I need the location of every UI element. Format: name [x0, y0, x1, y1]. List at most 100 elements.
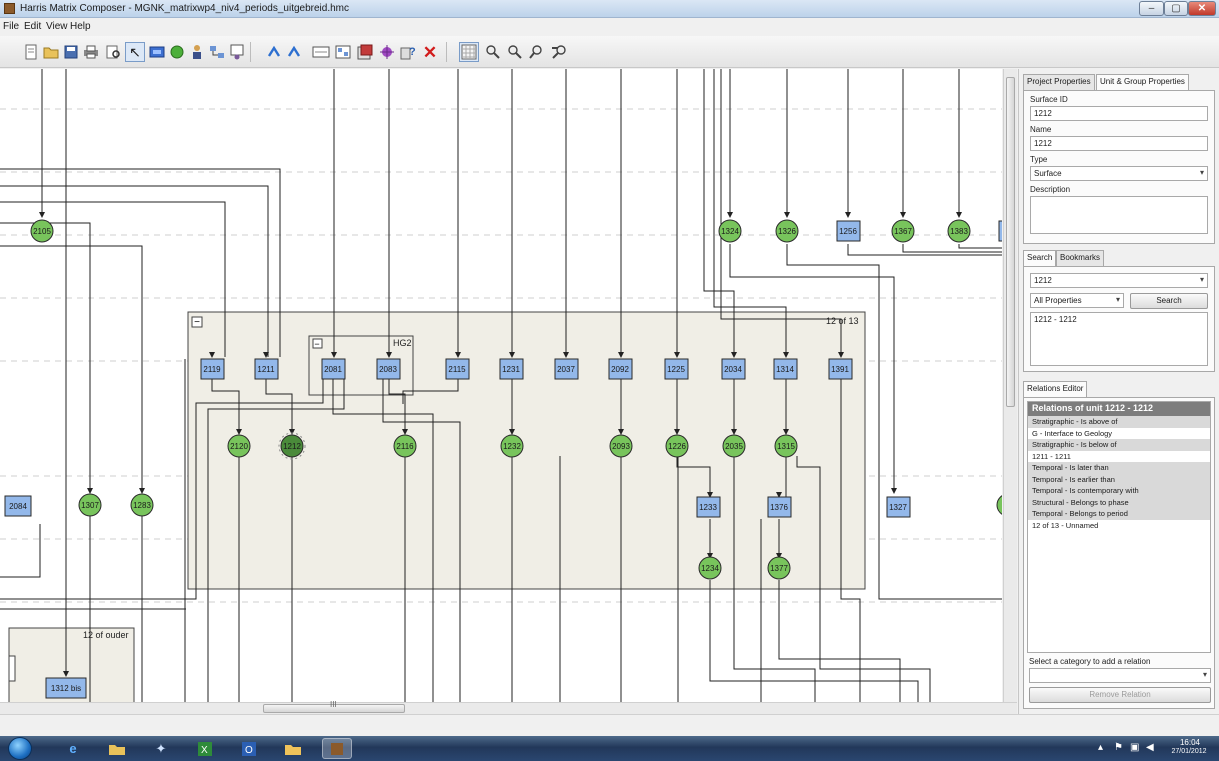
- zoom-fit-icon[interactable]: [527, 42, 547, 62]
- matrix-diagram[interactable]: − 12 of 13 − HG2 12 of ouder 2119 1211 2…: [0, 69, 1002, 702]
- search-query-input[interactable]: 1212: [1030, 273, 1208, 288]
- relation-item[interactable]: 1211 - 1211: [1028, 451, 1210, 463]
- relation-category[interactable]: Temporal - Is earlier than: [1028, 473, 1210, 485]
- menu-view[interactable]: View: [46, 21, 68, 32]
- name-field[interactable]: 1212: [1030, 136, 1208, 151]
- close-button[interactable]: ✕: [1188, 1, 1216, 16]
- save-icon[interactable]: [61, 42, 81, 62]
- help-icon[interactable]: ?: [398, 42, 418, 62]
- menu-help[interactable]: Help: [70, 21, 91, 32]
- unit-1314[interactable]: 1314: [773, 358, 798, 380]
- vertical-scrollbar-thumb[interactable]: [1006, 77, 1015, 407]
- surface-partial[interactable]: [996, 494, 1002, 516]
- tab-project-properties[interactable]: Project Properties: [1023, 74, 1095, 90]
- surface-1283[interactable]: 1283: [130, 493, 154, 517]
- unit-1256[interactable]: 1256: [836, 220, 861, 242]
- surface-1367[interactable]: 1367: [891, 219, 915, 243]
- file-explorer-icon[interactable]: [102, 738, 132, 759]
- relation-category[interactable]: Temporal - Is contemporary with: [1028, 485, 1210, 497]
- surface-1234[interactable]: 1234: [698, 556, 722, 580]
- unit-2034[interactable]: 2034: [721, 358, 746, 380]
- redo-icon[interactable]: [284, 42, 304, 62]
- relation-category[interactable]: Stratigraphic - Is below of: [1028, 439, 1210, 451]
- remove-relation-button[interactable]: Remove Relation: [1029, 687, 1211, 703]
- unit-partial[interactable]: [998, 220, 1002, 242]
- unit-2083[interactable]: 2083: [376, 358, 401, 380]
- unit-1225[interactable]: 1225: [664, 358, 689, 380]
- surface-1226[interactable]: 1226: [665, 434, 689, 458]
- unit-2115[interactable]: 2115: [445, 358, 470, 380]
- add-phase-icon[interactable]: [333, 42, 353, 62]
- export-icon[interactable]: [355, 42, 375, 62]
- network-icon[interactable]: ▣: [1130, 742, 1139, 753]
- unit-1231[interactable]: 1231: [499, 358, 524, 380]
- clock-date[interactable]: 27/01/2012: [1165, 748, 1213, 755]
- undo-icon[interactable]: [264, 42, 284, 62]
- relation-category[interactable]: Structural - Belongs to phase: [1028, 496, 1210, 508]
- vertical-scrollbar[interactable]: [1003, 69, 1017, 702]
- unit-1312-bis[interactable]: 1312 bis: [45, 677, 87, 699]
- volume-icon[interactable]: ◀: [1146, 742, 1154, 753]
- harris-matrix-task[interactable]: [322, 738, 352, 759]
- layout-icon[interactable]: [207, 42, 227, 62]
- unit-1391[interactable]: 1391: [828, 358, 853, 380]
- flag-icon[interactable]: ⚑: [1114, 742, 1123, 753]
- surface-2120[interactable]: 2120: [227, 434, 251, 458]
- surface-id-field[interactable]: 1212: [1030, 106, 1208, 121]
- add-unit-icon[interactable]: [147, 42, 167, 62]
- tray-chevron-icon[interactable]: ▴: [1098, 742, 1103, 753]
- unit-1327[interactable]: 1327: [886, 496, 911, 518]
- zoom-in-icon[interactable]: [483, 42, 503, 62]
- menu-edit[interactable]: Edit: [24, 21, 41, 32]
- minimize-button[interactable]: –: [1139, 1, 1164, 16]
- description-field[interactable]: [1030, 196, 1208, 234]
- unit-2092[interactable]: 2092: [608, 358, 633, 380]
- relations-list[interactable]: Relations of unit 1212 - 1212 Stratigrap…: [1027, 401, 1211, 653]
- relation-category[interactable]: Temporal - Is later than: [1028, 462, 1210, 474]
- group-icon[interactable]: [227, 42, 247, 62]
- maximize-button[interactable]: ▢: [1164, 1, 1188, 16]
- add-surface-icon[interactable]: [167, 42, 187, 62]
- surface-2116[interactable]: 2116: [393, 434, 417, 458]
- new-file-icon[interactable]: [21, 42, 41, 62]
- horizontal-scrollbar[interactable]: III: [0, 700, 1017, 714]
- tab-unit-group-properties[interactable]: Unit & Group Properties: [1096, 74, 1189, 91]
- tab-search[interactable]: Search: [1023, 250, 1057, 267]
- surface-1212-selected[interactable]: 1212: [278, 432, 306, 460]
- delete-icon[interactable]: ✕: [420, 42, 440, 62]
- validate-icon[interactable]: [377, 42, 397, 62]
- media-player-icon[interactable]: ✦: [146, 738, 176, 759]
- print-preview-icon[interactable]: [103, 42, 123, 62]
- relation-item[interactable]: G - Interface to Geology: [1028, 428, 1210, 440]
- unit-2119[interactable]: 2119: [200, 358, 225, 380]
- tab-bookmarks[interactable]: Bookmarks: [1056, 250, 1105, 266]
- folder-icon[interactable]: [278, 738, 308, 759]
- type-select[interactable]: Surface: [1030, 166, 1208, 181]
- surface-1383[interactable]: 1383: [947, 219, 971, 243]
- zoom-out-icon[interactable]: [505, 42, 525, 62]
- surface-2105[interactable]: 2105: [30, 219, 54, 243]
- surface-1315[interactable]: 1315: [774, 434, 798, 458]
- print-icon[interactable]: [81, 42, 101, 62]
- open-folder-icon[interactable]: [41, 42, 61, 62]
- zoom-reset-icon[interactable]: [549, 42, 569, 62]
- relation-category[interactable]: Stratigraphic - Is above of: [1028, 416, 1210, 428]
- search-button[interactable]: Search: [1130, 293, 1208, 309]
- unit-2081[interactable]: 2081: [321, 358, 346, 380]
- internet-explorer-icon[interactable]: e: [58, 738, 88, 759]
- relation-item[interactable]: 12 of 13 - Unnamed: [1028, 520, 1210, 532]
- add-user-icon[interactable]: [187, 42, 207, 62]
- surface-1232[interactable]: 1232: [500, 434, 524, 458]
- unit-2037[interactable]: 2037: [554, 358, 579, 380]
- grid-icon[interactable]: [459, 42, 479, 62]
- surface-1324[interactable]: 1324: [718, 219, 742, 243]
- matrix-canvas[interactable]: − 12 of 13 − HG2 12 of ouder 2119 1211 2…: [0, 69, 1002, 702]
- search-result-item[interactable]: 1212 - 1212: [1034, 315, 1204, 324]
- search-scope-select[interactable]: All Properties: [1030, 293, 1124, 308]
- clock-time[interactable]: 16:04: [1170, 738, 1210, 747]
- unit-2084[interactable]: 2084: [4, 495, 32, 517]
- add-relation-select[interactable]: [1029, 668, 1211, 683]
- menu-file[interactable]: File: [3, 21, 19, 32]
- add-group-icon[interactable]: [311, 42, 331, 62]
- surface-2093[interactable]: 2093: [609, 434, 633, 458]
